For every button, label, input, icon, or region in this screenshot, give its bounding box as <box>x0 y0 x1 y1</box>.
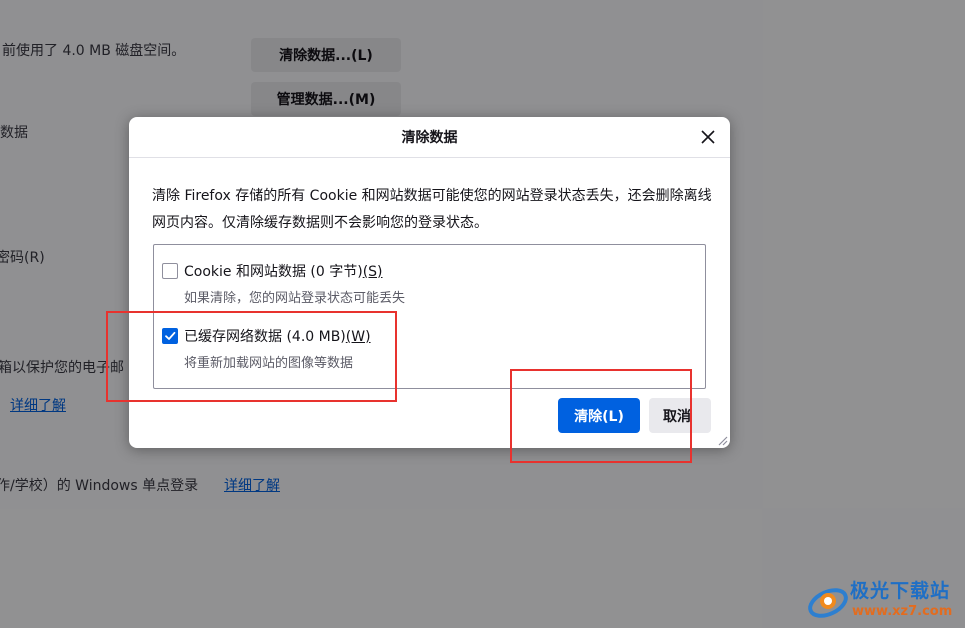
dialog-header: 清除数据 <box>129 117 730 158</box>
watermark-url: www.xz7.com <box>852 604 953 619</box>
close-button[interactable] <box>696 125 720 149</box>
dialog-description: 清除 Firefox 存储的所有 Cookie 和网站数据可能使您的网站登录状态… <box>152 188 712 231</box>
annotation-box-clear-button <box>510 369 692 463</box>
resize-grip-icon[interactable] <box>716 434 728 446</box>
cookies-checkbox[interactable] <box>162 263 178 279</box>
watermark: 极光下载站 www.xz7.com <box>806 576 964 626</box>
watermark-title: 极光下载站 <box>850 580 951 602</box>
close-icon <box>701 130 715 144</box>
option-cookies: Cookie 和网站数据 (0 字节)(S) 如果清除，您的网站登录状态可能丢失 <box>162 261 405 306</box>
dialog-title: 清除数据 <box>401 130 458 146</box>
watermark-logo-icon <box>808 588 848 618</box>
cookies-description: 如果清除，您的网站登录状态可能丢失 <box>184 291 406 306</box>
annotation-box-cache-option <box>106 311 397 402</box>
cookies-label[interactable]: Cookie 和网站数据 (0 字节)(S) <box>184 261 383 281</box>
